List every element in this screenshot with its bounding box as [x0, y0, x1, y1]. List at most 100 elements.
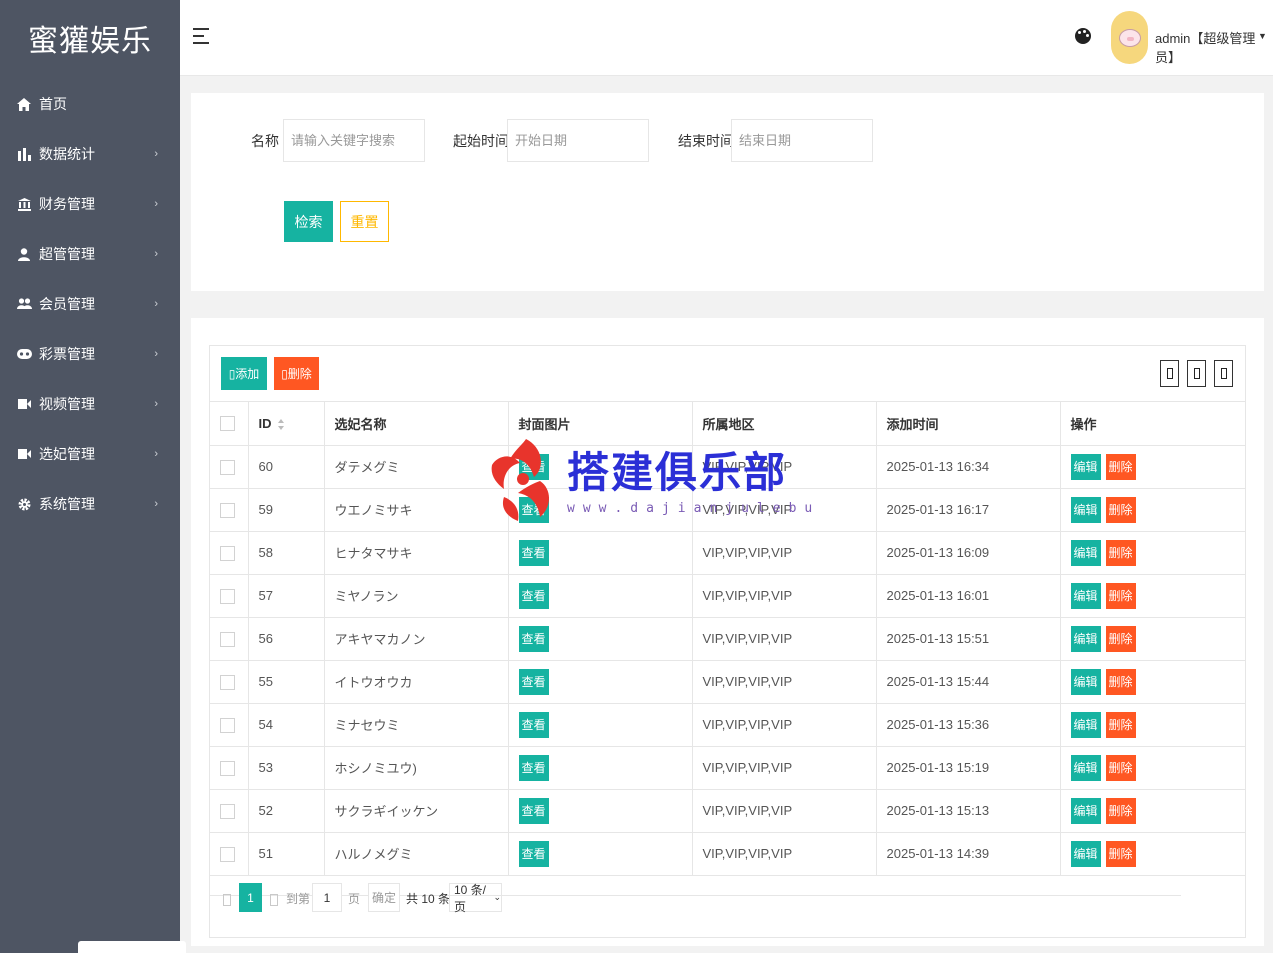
- start-date-input[interactable]: [507, 119, 649, 162]
- caret-down-icon[interactable]: ▼: [1258, 31, 1267, 41]
- columns-filter-icon[interactable]: [1160, 360, 1179, 387]
- view-cover-button[interactable]: 查看: [518, 711, 549, 738]
- sidebar-item-consort[interactable]: 选妃管理 ›: [0, 429, 180, 479]
- page-size-select[interactable]: 10 条/页 ⌄: [449, 883, 502, 914]
- palette-icon[interactable]: [1075, 28, 1091, 44]
- row-checkbox[interactable]: [220, 631, 235, 647]
- user-name[interactable]: admin【超级管理员】: [1155, 28, 1273, 66]
- delete-row-button[interactable]: 删除: [1105, 496, 1136, 523]
- cell-actions: 编辑 删除: [1060, 660, 1245, 704]
- row-checkbox[interactable]: [220, 502, 235, 518]
- view-cover-button[interactable]: 查看: [518, 496, 549, 523]
- cell-time: 2025-01-13 15:36: [876, 703, 1061, 747]
- delete-row-button[interactable]: 删除: [1105, 797, 1136, 824]
- view-cover-button[interactable]: 查看: [518, 625, 549, 652]
- sidebar-item-label: 数据统计: [39, 146, 95, 162]
- edit-button[interactable]: 编辑: [1070, 539, 1101, 566]
- top-header: admin【超级管理员】 ▼: [180, 0, 1273, 76]
- name-search-input[interactable]: [283, 119, 425, 162]
- cell-region: VIP,VIP,VIP,VIP: [692, 660, 877, 704]
- app-logo: 蜜獾娱乐: [28, 24, 152, 59]
- row-checkbox[interactable]: [220, 760, 235, 776]
- gear-icon: [16, 496, 32, 512]
- sort-icon[interactable]: [277, 418, 285, 430]
- row-checkbox[interactable]: [220, 846, 235, 862]
- end-date-input[interactable]: [731, 119, 873, 162]
- print-icon[interactable]: [1214, 360, 1233, 387]
- column-header-cover: 封面图片: [508, 402, 693, 446]
- batch-delete-button[interactable]: ▯删除: [274, 357, 319, 390]
- edit-button[interactable]: 编辑: [1070, 496, 1101, 523]
- sidebar-item-video[interactable]: 视频管理 ›: [0, 379, 180, 429]
- cell-name: ホシノミユウ): [324, 746, 509, 790]
- cell-actions: 编辑 删除: [1060, 832, 1245, 876]
- goto-page-input[interactable]: [312, 883, 342, 912]
- sidebar-item-system[interactable]: 系统管理 ›: [0, 479, 180, 529]
- delete-row-button[interactable]: 删除: [1105, 539, 1136, 566]
- edit-button[interactable]: 编辑: [1070, 453, 1101, 480]
- reset-button[interactable]: 重置: [340, 201, 389, 242]
- edit-button[interactable]: 编辑: [1070, 711, 1101, 738]
- view-cover-button[interactable]: 查看: [518, 582, 549, 609]
- delete-row-button[interactable]: 删除: [1105, 840, 1136, 867]
- view-cover-button[interactable]: 查看: [518, 453, 549, 480]
- cell-time: 2025-01-13 16:17: [876, 488, 1061, 532]
- cell-cover: 查看: [508, 488, 693, 532]
- delete-row-button[interactable]: 删除: [1105, 711, 1136, 738]
- view-cover-button[interactable]: 查看: [518, 797, 549, 824]
- sidebar-item-lottery[interactable]: 彩票管理 ›: [0, 329, 180, 379]
- edit-button[interactable]: 编辑: [1070, 582, 1101, 609]
- row-select-cell: [210, 832, 249, 876]
- goto-confirm-button[interactable]: 确定: [368, 883, 400, 912]
- sidebar-item-finance[interactable]: 财务管理 ›: [0, 179, 180, 229]
- view-cover-button[interactable]: 查看: [518, 754, 549, 781]
- row-checkbox[interactable]: [220, 459, 235, 475]
- sidebar-item-members[interactable]: 会员管理 ›: [0, 279, 180, 329]
- view-cover-button[interactable]: 查看: [518, 539, 549, 566]
- cell-id: 60: [248, 445, 325, 489]
- edit-button[interactable]: 编辑: [1070, 754, 1101, 781]
- cell-region: VIP,VIP,VIP,VIP: [692, 488, 877, 532]
- view-cover-button[interactable]: 查看: [518, 668, 549, 695]
- add-label: 添加: [235, 367, 260, 381]
- view-cover-button[interactable]: 查看: [518, 840, 549, 867]
- cell-cover: 查看: [508, 531, 693, 575]
- delete-row-button[interactable]: 删除: [1105, 754, 1136, 781]
- user-icon: [16, 246, 32, 262]
- row-checkbox[interactable]: [220, 588, 235, 604]
- edit-button[interactable]: 编辑: [1070, 840, 1101, 867]
- edit-button[interactable]: 编辑: [1070, 625, 1101, 652]
- prev-page-icon[interactable]: [223, 894, 231, 906]
- current-page[interactable]: 1: [239, 883, 262, 912]
- row-select-cell: [210, 531, 249, 575]
- delete-row-button[interactable]: 删除: [1105, 625, 1136, 652]
- sidebar-item-stats[interactable]: 数据统计 ›: [0, 129, 180, 179]
- column-header-id[interactable]: ID: [248, 402, 325, 446]
- sidebar-item-label: 选妃管理: [39, 446, 95, 462]
- sidebar-item-home[interactable]: 首页: [0, 79, 180, 129]
- table-row: 55 イトウオウカ 查看 VIP,VIP,VIP,VIP 2025-01-13 15:4…: [210, 660, 1245, 704]
- row-checkbox[interactable]: [220, 803, 235, 819]
- delete-row-button[interactable]: 删除: [1105, 453, 1136, 480]
- next-page-icon[interactable]: [270, 894, 278, 906]
- search-panel: 名称 起始时间 结束时间 检索 重置: [191, 93, 1264, 291]
- export-icon[interactable]: [1187, 360, 1206, 387]
- edit-button[interactable]: 编辑: [1070, 668, 1101, 695]
- delete-row-button[interactable]: 删除: [1105, 582, 1136, 609]
- avatar[interactable]: [1111, 11, 1148, 64]
- row-checkbox[interactable]: [220, 674, 235, 690]
- cell-time: 2025-01-13 15:44: [876, 660, 1061, 704]
- add-button[interactable]: ▯添加: [221, 357, 267, 390]
- column-header-name: 选妃名称: [324, 402, 509, 446]
- edit-button[interactable]: 编辑: [1070, 797, 1101, 824]
- row-checkbox[interactable]: [220, 717, 235, 733]
- select-all-checkbox[interactable]: [220, 416, 235, 432]
- row-checkbox[interactable]: [220, 545, 235, 561]
- delete-row-button[interactable]: 删除: [1105, 668, 1136, 695]
- menu-toggle-icon[interactable]: [193, 28, 209, 44]
- sidebar-item-superadmin[interactable]: 超管管理 ›: [0, 229, 180, 279]
- search-button[interactable]: 检索: [284, 201, 333, 242]
- column-header-region: 所属地区: [692, 402, 877, 446]
- sidebar-footer-tab: [78, 941, 186, 953]
- select-all-cell: [210, 402, 249, 446]
